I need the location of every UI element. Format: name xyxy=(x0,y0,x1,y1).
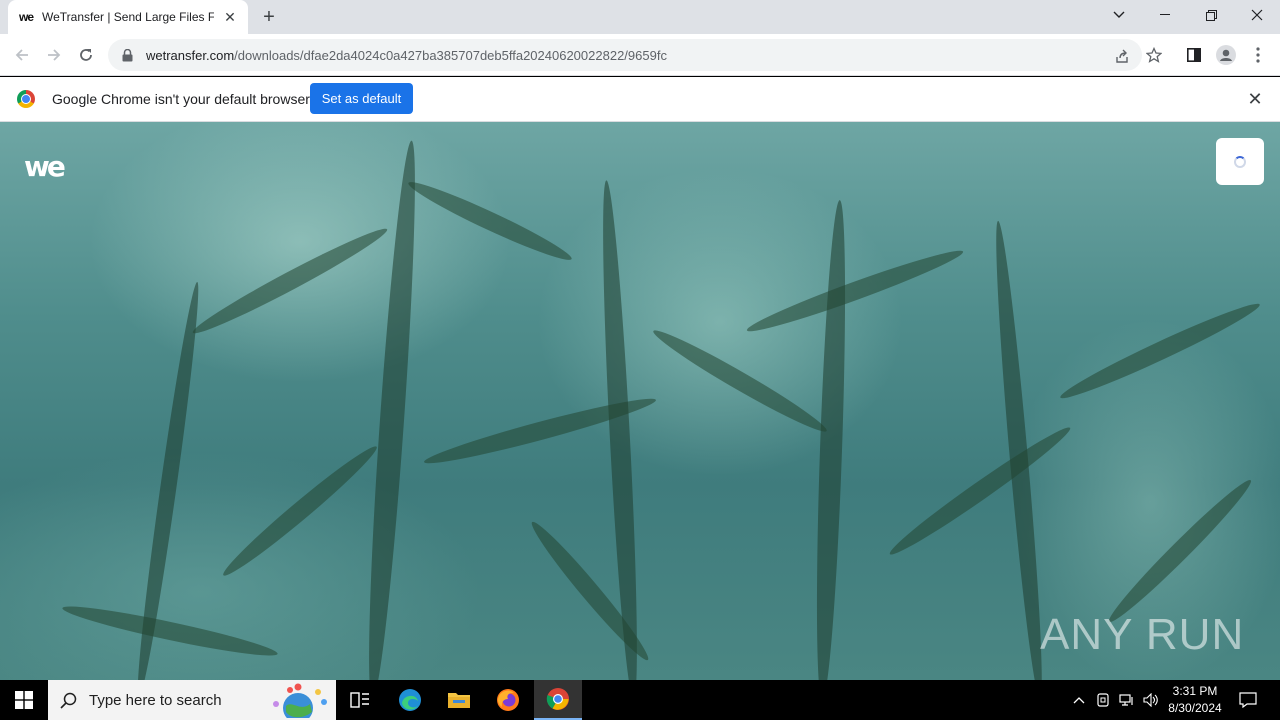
default-browser-infobar: Google Chrome isn't your default browser… xyxy=(0,77,1280,122)
taskbar-search-box[interactable]: Type here to search xyxy=(48,680,336,720)
anyrun-watermark: ANY RUN xyxy=(1040,610,1244,660)
search-highlight-globe-icon xyxy=(273,683,327,718)
show-hidden-icons-button[interactable] xyxy=(1068,680,1090,720)
tab-strip: we WeTransfer | Send Large Files Fast ✕ … xyxy=(0,0,1280,34)
folder-icon xyxy=(448,693,470,708)
task-view-button[interactable] xyxy=(336,680,384,720)
chrome-icon xyxy=(546,688,569,710)
set-as-default-button[interactable]: Set as default xyxy=(310,83,413,114)
windows-logo-icon xyxy=(15,691,33,709)
url-path: /downloads/dfae2da4024c0a427ba385707deb5… xyxy=(234,47,667,63)
network-icon[interactable] xyxy=(1116,680,1138,720)
chevron-up-icon xyxy=(1073,697,1085,704)
menu-kebab-icon[interactable] xyxy=(1246,43,1270,67)
infobar-close-icon[interactable]: ✕ xyxy=(1245,89,1265,109)
wetransfer-logo[interactable]: we xyxy=(24,150,66,183)
loading-panel xyxy=(1216,138,1264,185)
task-view-icon xyxy=(350,692,369,708)
url-host: wetransfer.com xyxy=(146,47,235,63)
taskbar-firefox[interactable] xyxy=(484,680,532,720)
edge-icon xyxy=(399,689,421,711)
volume-icon[interactable] xyxy=(1140,680,1162,720)
search-placeholder: Type here to search xyxy=(89,691,222,709)
browser-toolbar: wetransfer.com /downloads/dfae2da4024c0a… xyxy=(0,34,1280,76)
tray-device-icon[interactable] xyxy=(1092,680,1114,720)
notification-icon xyxy=(1239,692,1257,708)
clock-date: 8/30/2024 xyxy=(1168,701,1222,715)
taskbar-edge[interactable] xyxy=(386,680,434,720)
reload-button[interactable] xyxy=(72,41,100,69)
address-bar[interactable]: wetransfer.com /downloads/dfae2da4024c0a… xyxy=(108,39,1142,71)
firefox-icon xyxy=(497,689,519,711)
close-window-button[interactable] xyxy=(1234,0,1280,30)
taskbar-chrome[interactable] xyxy=(534,680,582,720)
chevron-down-icon xyxy=(1113,11,1125,18)
start-button[interactable] xyxy=(0,680,48,720)
forward-button[interactable] xyxy=(40,41,68,69)
wetransfer-page: we ANY RUN xyxy=(0,122,1280,680)
windows-taskbar: Type here to search 3:31 PM 8/30/2024 xyxy=(0,680,1280,720)
taskbar-file-explorer[interactable] xyxy=(435,680,483,720)
bookmark-star-icon[interactable] xyxy=(1142,43,1166,67)
search-icon xyxy=(60,692,77,709)
restore-icon xyxy=(1205,9,1217,21)
back-arrow-icon xyxy=(15,49,28,61)
tab-search-button[interactable] xyxy=(1096,0,1142,30)
infobar-message: Google Chrome isn't your default browser xyxy=(52,91,310,107)
forward-arrow-icon xyxy=(48,49,61,61)
tab-title: WeTransfer | Send Large Files Fast xyxy=(42,10,214,24)
notifications-button[interactable] xyxy=(1232,680,1264,720)
share-icon[interactable] xyxy=(1113,47,1131,65)
restore-button[interactable] xyxy=(1188,0,1234,30)
new-tab-button[interactable]: + xyxy=(256,5,282,29)
chrome-logo-icon xyxy=(17,90,35,108)
back-button[interactable] xyxy=(8,41,36,69)
minimize-icon xyxy=(1160,14,1170,15)
minimize-button[interactable] xyxy=(1142,0,1188,30)
side-panel-icon[interactable] xyxy=(1182,43,1206,67)
wetransfer-favicon-icon: we xyxy=(18,10,34,24)
tab-close-icon[interactable]: ✕ xyxy=(222,9,238,25)
lock-icon[interactable] xyxy=(120,48,134,62)
clock-time: 3:31 PM xyxy=(1172,684,1218,698)
profile-avatar-icon[interactable] xyxy=(1214,43,1238,67)
reload-icon xyxy=(80,49,92,61)
close-icon xyxy=(1251,9,1263,21)
loading-spinner-icon xyxy=(1234,155,1246,168)
taskbar-clock[interactable]: 3:31 PM 8/30/2024 xyxy=(1160,683,1230,717)
browser-tab[interactable]: we WeTransfer | Send Large Files Fast ✕ xyxy=(8,0,248,34)
